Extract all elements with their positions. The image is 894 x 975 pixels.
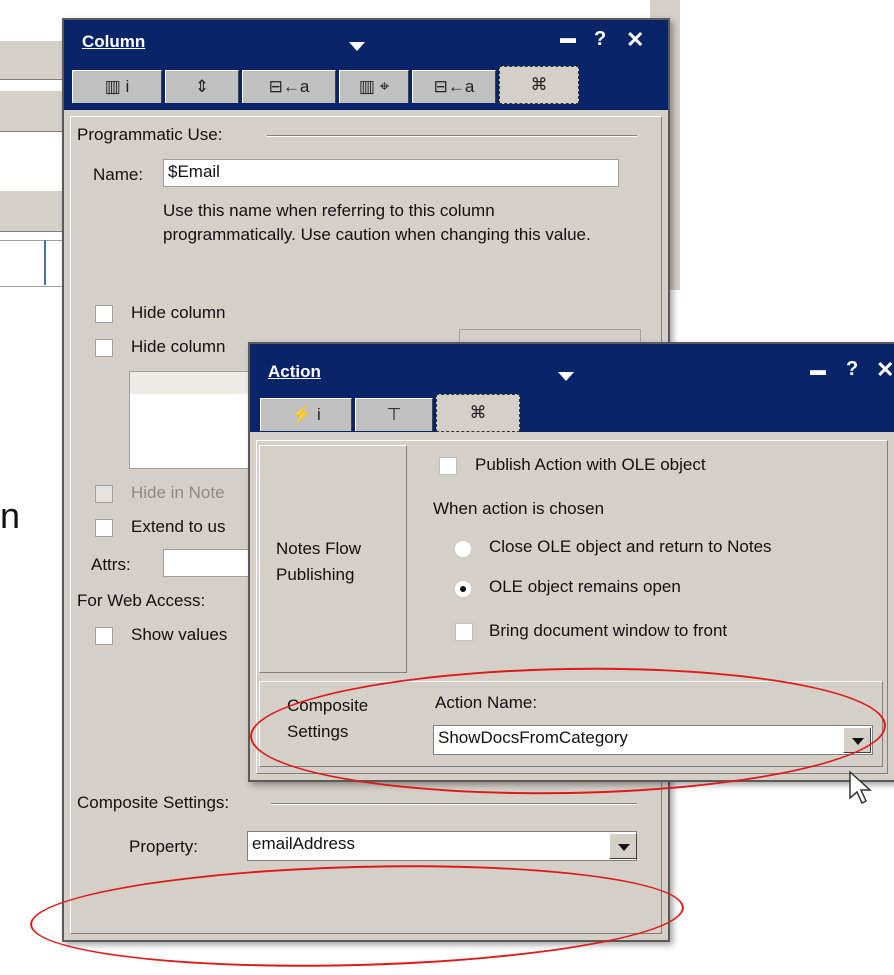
minimize-icon[interactable]: ▬ — [560, 30, 576, 48]
hide-column-label: Hide column — [131, 303, 226, 322]
mouse-pointer-icon — [849, 770, 872, 805]
help-icon[interactable]: ? — [846, 358, 858, 381]
tab-sorting[interactable]: ⇕ — [165, 70, 239, 103]
notes-flow-section: Notes Flow Publishing — [259, 445, 407, 673]
tab-action-info[interactable]: ⚡ i — [260, 398, 352, 431]
background-toolbar-strip — [0, 40, 62, 80]
background-field — [0, 240, 62, 287]
notes-flow-label: Notes Flow Publishing — [276, 539, 362, 584]
background-divider — [44, 240, 46, 285]
programmatic-use-legend: Programmatic Use: — [77, 125, 223, 144]
tab-advanced[interactable]: ⌘ — [499, 66, 579, 104]
column-titlebar[interactable]: Column ▬ ? ✕ ▥ i ⇕ ⊟←a ▥ ⌖ ⊟←a ⌘ — [64, 20, 668, 110]
legend-divider — [271, 803, 637, 805]
legend-divider — [267, 135, 637, 137]
attrs-label: Attrs: — [91, 555, 131, 574]
column-panel-title: Column — [82, 32, 146, 51]
help-icon[interactable]: ? — [594, 28, 606, 51]
hide-column-checkbox[interactable] — [95, 305, 113, 323]
close-icon[interactable]: ✕ — [626, 27, 644, 53]
name-help-text: Use this name when referring to this col… — [163, 201, 591, 244]
composite-settings-legend: Composite Settings: — [77, 793, 230, 812]
minimize-icon[interactable]: ▬ — [810, 362, 826, 380]
property-value: emailAddress — [252, 834, 355, 853]
tab-numbers[interactable]: ▥ ⌖ — [339, 70, 409, 103]
background-text-fragment: n — [0, 495, 21, 536]
publish-action-checkbox[interactable] — [439, 457, 457, 475]
action-panel-title: Action — [268, 362, 321, 381]
radio-ole-remains-open[interactable] — [455, 581, 471, 597]
show-values-checkbox[interactable] — [95, 627, 113, 645]
background-toolbar-strip — [0, 90, 62, 132]
bring-front-checkbox[interactable] — [455, 623, 473, 641]
close-icon[interactable]: ✕ — [876, 357, 894, 383]
web-access-legend: For Web Access: — [77, 591, 206, 610]
radio-close-ole[interactable] — [455, 541, 471, 557]
background-toolbar-strip — [0, 190, 62, 232]
name-label: Name: — [93, 165, 144, 184]
title-dropdown-icon[interactable] — [349, 42, 365, 51]
when-chosen-label: When action is chosen — [433, 499, 605, 518]
radio-close-ole-label: Close OLE object and return to Notes — [489, 537, 772, 556]
property-combobox[interactable]: emailAddress — [247, 831, 637, 861]
radio-ole-remains-open-label: OLE object remains open — [489, 577, 681, 596]
action-titlebar[interactable]: Action ▬ ? ✕ ⚡ i ⊤ ⌘ — [250, 344, 894, 432]
tab-font[interactable]: ⊟←a — [242, 70, 336, 103]
tab-column-info[interactable]: ▥ i — [72, 70, 162, 103]
title-dropdown-icon[interactable] — [558, 372, 574, 381]
hide-in-notes-label: Hide in Note — [131, 483, 225, 502]
hide-column-if-checkbox[interactable] — [95, 339, 113, 357]
show-values-label: Show values — [131, 625, 228, 644]
bring-front-label: Bring document window to front — [489, 621, 728, 640]
hide-in-notes-checkbox[interactable] — [95, 485, 113, 503]
name-input[interactable]: $Email — [163, 159, 619, 187]
tab-title-font[interactable]: ⊟←a — [412, 70, 496, 103]
tab-action-advanced[interactable]: ⌘ — [436, 394, 520, 432]
property-label: Property: — [129, 837, 198, 856]
extend-to-use-checkbox[interactable] — [95, 519, 113, 537]
extend-to-use-label: Extend to us — [131, 517, 226, 536]
hide-column-if-label: Hide column — [131, 337, 226, 356]
tab-action-hide[interactable]: ⊤ — [355, 398, 433, 431]
publish-action-label: Publish Action with OLE object — [475, 455, 706, 474]
property-dropdown-button[interactable] — [609, 833, 637, 859]
